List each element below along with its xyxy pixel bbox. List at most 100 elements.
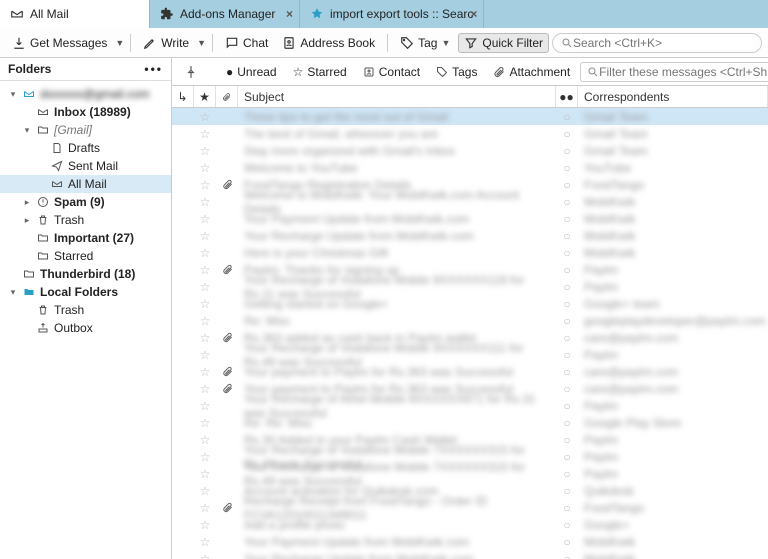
filter-contact-button[interactable]: Contact (357, 63, 426, 81)
message-row[interactable]: ☆Your Recharge of Airtel Mobile 8XXXXXX8… (172, 397, 768, 414)
read-cell[interactable]: ○ (556, 278, 578, 295)
col-correspondents[interactable]: Correspondents (578, 86, 768, 107)
message-row[interactable]: ☆Here is your Christmas Gift○MobiKwik (172, 244, 768, 261)
folder-gmail[interactable]: ▾[Gmail] (0, 121, 171, 139)
star-cell[interactable]: ☆ (194, 227, 216, 244)
read-cell[interactable]: ○ (556, 346, 578, 363)
folder-lf-outbox[interactable]: Outbox (0, 319, 171, 337)
message-row[interactable]: ☆Add a profile photo○Google+ (172, 516, 768, 533)
col-read[interactable]: ●● (556, 86, 578, 107)
tag-button[interactable]: Tag ▼ (394, 33, 456, 53)
star-cell[interactable]: ☆ (194, 193, 216, 210)
read-cell[interactable]: ○ (556, 465, 578, 482)
pin-filter-button[interactable] (178, 63, 204, 81)
star-cell[interactable]: ☆ (194, 533, 216, 550)
star-cell[interactable]: ☆ (194, 346, 216, 363)
tab-search-addons[interactable]: import export tools :: Searc × (300, 0, 484, 28)
quick-filter-button[interactable]: Quick Filter (458, 33, 549, 53)
read-cell[interactable]: ○ (556, 159, 578, 176)
folder-sentmail[interactable]: Sent Mail (0, 157, 171, 175)
star-cell[interactable]: ☆ (194, 278, 216, 295)
message-row[interactable]: ☆Welcome to YouTube○YouTube (172, 159, 768, 176)
twisty-icon[interactable]: ▾ (8, 89, 18, 100)
twisty-icon[interactable]: ▾ (22, 125, 32, 136)
read-cell[interactable]: ○ (556, 380, 578, 397)
star-cell[interactable]: ☆ (194, 125, 216, 142)
star-cell[interactable]: ☆ (194, 261, 216, 278)
read-cell[interactable]: ○ (556, 244, 578, 261)
star-cell[interactable]: ☆ (194, 397, 216, 414)
message-row[interactable]: ☆Stay more organized with Gmail's Inbox○… (172, 142, 768, 159)
star-cell[interactable]: ☆ (194, 431, 216, 448)
read-cell[interactable]: ○ (556, 550, 578, 559)
star-cell[interactable]: ☆ (194, 550, 216, 559)
twisty-icon[interactable]: ▸ (22, 215, 32, 226)
col-star[interactable]: ★ (194, 86, 216, 107)
read-cell[interactable]: ○ (556, 176, 578, 193)
message-row[interactable]: ☆The best of Gmail, wherever you are○Gma… (172, 125, 768, 142)
chevron-down-icon[interactable]: ▼ (197, 38, 206, 48)
read-cell[interactable]: ○ (556, 108, 578, 125)
star-cell[interactable]: ☆ (194, 176, 216, 193)
folder-trash[interactable]: ▸Trash (0, 211, 171, 229)
folder-important[interactable]: Important (27) (0, 229, 171, 247)
star-cell[interactable]: ☆ (194, 159, 216, 176)
filter-search[interactable] (580, 62, 768, 82)
folder-spam[interactable]: ▸Spam (9) (0, 193, 171, 211)
filter-starred-button[interactable]: ☆Starred (287, 63, 353, 81)
read-cell[interactable]: ○ (556, 397, 578, 414)
read-cell[interactable]: ○ (556, 142, 578, 159)
filter-search-input[interactable] (599, 65, 768, 79)
message-row[interactable]: ☆Your Recharge of Vodafone Mobile 9XXXXX… (172, 346, 768, 363)
filter-tags-button[interactable]: Tags (430, 63, 483, 81)
star-cell[interactable]: ☆ (194, 482, 216, 499)
message-row[interactable]: ☆Getting started on Google+○Google+ team (172, 295, 768, 312)
star-cell[interactable]: ☆ (194, 516, 216, 533)
search-input[interactable] (573, 36, 753, 50)
tab-all-mail[interactable]: All Mail (0, 0, 150, 28)
more-icon[interactable]: ••• (144, 62, 163, 76)
tab-addons[interactable]: Add-ons Manager × (150, 0, 300, 28)
star-cell[interactable]: ☆ (194, 414, 216, 431)
folder-thunderbird[interactable]: Thunderbird (18) (0, 265, 171, 283)
message-row[interactable]: ☆Your Recharge Update from MobiKwik.com○… (172, 550, 768, 559)
folder-localfolders[interactable]: ▾Local Folders (0, 283, 171, 301)
filter-unread-button[interactable]: ●Unread (220, 63, 283, 81)
col-thread[interactable]: ↳ (172, 86, 194, 107)
message-row[interactable]: ☆Welcome to MobiKwik: Your MobiKwik.com … (172, 193, 768, 210)
star-cell[interactable]: ☆ (194, 210, 216, 227)
read-cell[interactable]: ○ (556, 261, 578, 278)
message-row[interactable]: ☆Re: Re: Misc○Google Play Store (172, 414, 768, 431)
star-cell[interactable]: ☆ (194, 244, 216, 261)
message-row[interactable]: ☆Your Recharge of Vodafone Mobile 7XXXXX… (172, 465, 768, 482)
message-row[interactable]: ☆Re: Misc○googleplaydeveloper@paytm.com (172, 312, 768, 329)
read-cell[interactable]: ○ (556, 193, 578, 210)
star-cell[interactable]: ☆ (194, 448, 216, 465)
chat-button[interactable]: Chat (219, 33, 274, 53)
filter-attachment-button[interactable]: Attachment (487, 63, 576, 81)
star-cell[interactable]: ☆ (194, 363, 216, 380)
star-cell[interactable]: ☆ (194, 465, 216, 482)
read-cell[interactable]: ○ (556, 363, 578, 380)
message-row[interactable]: ☆Your Payment Update from MobiKwik.com○M… (172, 533, 768, 550)
read-cell[interactable]: ○ (556, 448, 578, 465)
message-row[interactable]: ☆Your Payment Update from MobiKwik.com○M… (172, 210, 768, 227)
read-cell[interactable]: ○ (556, 516, 578, 533)
account-node[interactable]: ▾ dxxxxxx@gmail.com (0, 85, 171, 103)
star-cell[interactable]: ☆ (194, 295, 216, 312)
message-list[interactable]: ☆Three tips to get the most out of Gmail… (172, 108, 768, 559)
read-cell[interactable]: ○ (556, 329, 578, 346)
message-row[interactable]: ☆Your Recharge Update from MobiKwik.com○… (172, 227, 768, 244)
message-row[interactable]: ☆Three tips to get the most out of Gmail… (172, 108, 768, 125)
get-messages-button[interactable]: Get Messages (6, 33, 113, 53)
folder-lf-trash[interactable]: Trash (0, 301, 171, 319)
folder-allmail[interactable]: All Mail (0, 175, 171, 193)
read-cell[interactable]: ○ (556, 227, 578, 244)
col-subject[interactable]: Subject (238, 86, 556, 107)
read-cell[interactable]: ○ (556, 414, 578, 431)
message-row[interactable]: ☆Your Recharge of Vodafone Mobile 9XXXXX… (172, 278, 768, 295)
close-icon[interactable]: × (286, 7, 293, 21)
read-cell[interactable]: ○ (556, 482, 578, 499)
chevron-down-icon[interactable]: ▼ (115, 38, 124, 48)
star-cell[interactable]: ☆ (194, 329, 216, 346)
